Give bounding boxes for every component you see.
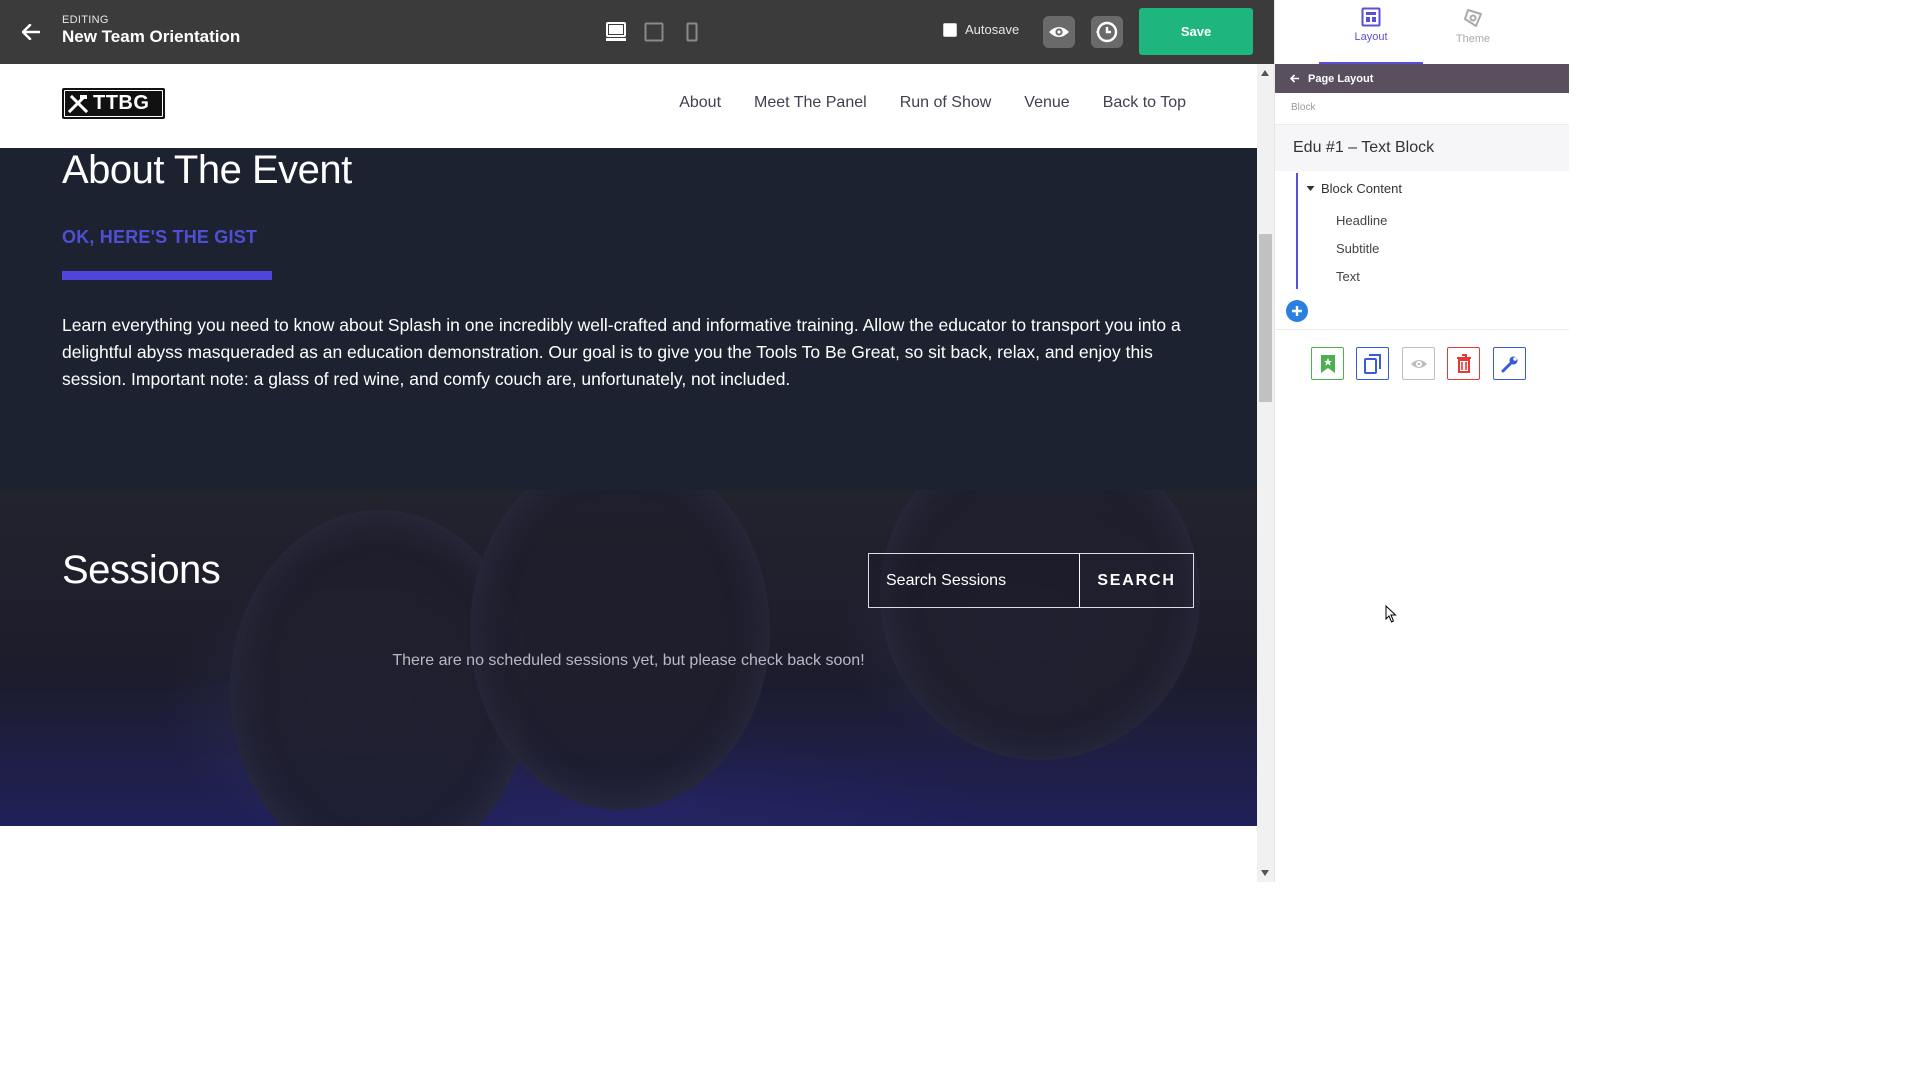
layout-icon — [1361, 7, 1381, 27]
eye-icon — [1049, 27, 1069, 37]
back-arrow-icon — [1290, 74, 1299, 83]
chevron-down-icon — [1306, 186, 1315, 191]
mobile-view-icon[interactable] — [680, 20, 704, 44]
scroll-up-arrow-icon[interactable] — [1261, 70, 1269, 76]
tree-item-subtitle[interactable]: Subtitle — [1336, 241, 1379, 256]
site-logo[interactable]: TTBG — [62, 88, 165, 119]
divider — [1275, 329, 1569, 330]
tab-layout-label: Layout — [1354, 31, 1388, 43]
tools-icon — [67, 94, 89, 113]
background-seat-shape — [880, 490, 1200, 760]
trash-icon — [1456, 353, 1471, 373]
tab-theme-label: Theme — [1455, 33, 1491, 45]
mouse-cursor-icon — [1385, 604, 1397, 628]
editor-side-panel: Layout Theme Page Layout Block Edu #1 – … — [1274, 0, 1569, 882]
tab-theme[interactable]: Theme — [1421, 0, 1525, 64]
block-settings-button[interactable] — [1493, 347, 1526, 380]
nav-run-of-show[interactable]: Run of Show — [900, 94, 992, 112]
page-canvas: TTBG About Meet The Panel Run of Show Ve… — [0, 64, 1257, 882]
tab-layout[interactable]: Layout — [1319, 0, 1423, 64]
nav-meet-the-panel[interactable]: Meet The Panel — [754, 94, 867, 112]
accent-divider — [62, 271, 272, 280]
delete-block-button[interactable] — [1447, 347, 1480, 380]
breadcrumb-page-layout[interactable]: Page Layout — [1275, 64, 1569, 93]
autosave-checkbox[interactable] — [943, 22, 957, 37]
history-icon — [1096, 21, 1118, 43]
save-button[interactable]: Save — [1139, 8, 1253, 55]
device-preview-toggle — [604, 20, 704, 44]
autosave-label: Autosave — [965, 22, 1020, 37]
nav-about[interactable]: About — [679, 94, 721, 112]
about-subtitle: OK, HERE'S THE GIST — [62, 227, 258, 247]
document-title: New Team Orientation — [62, 27, 241, 46]
about-section[interactable]: About The Event OK, HERE'S THE GIST Lear… — [0, 148, 1257, 490]
nav-back-to-top[interactable]: Back to Top — [1103, 94, 1186, 112]
tree-block-content-label: Block Content — [1321, 181, 1402, 196]
tree-block-content[interactable]: Block Content — [1306, 181, 1402, 196]
copy-icon — [1363, 353, 1381, 374]
tablet-view-icon[interactable] — [642, 20, 666, 44]
sessions-search-button[interactable]: SEARCH — [1079, 553, 1194, 608]
editor-toolbar: EDITING New Team Orientation Autosave Sa… — [0, 0, 1274, 64]
canvas-scrollbar[interactable] — [1257, 64, 1274, 882]
preview-button[interactable] — [1043, 16, 1075, 48]
scroll-down-arrow-icon[interactable] — [1261, 870, 1269, 876]
block-title: Edu #1 – Text Block — [1275, 125, 1569, 171]
section-label: Block — [1291, 102, 1316, 113]
scroll-thumb[interactable] — [1259, 234, 1272, 402]
tree-item-headline[interactable]: Headline — [1336, 213, 1387, 228]
history-button[interactable] — [1091, 16, 1123, 48]
no-sessions-message: There are no scheduled sessions yet, but… — [392, 652, 865, 669]
next-section — [0, 826, 1257, 882]
plus-icon — [1292, 306, 1302, 316]
add-block-button[interactable] — [1286, 300, 1308, 322]
bookmark-block-button[interactable] — [1311, 347, 1344, 380]
about-body-text: Learn everything you need to know about … — [62, 315, 1181, 389]
theme-brush-icon — [1464, 9, 1482, 27]
editing-label: EDITING — [62, 14, 109, 26]
sessions-section[interactable]: Sessions Search Sessions SEARCH There ar… — [0, 490, 1257, 826]
autosave-toggle[interactable]: Autosave — [943, 22, 1019, 37]
tree-indent-line — [1296, 173, 1298, 289]
tree-item-text[interactable]: Text — [1336, 269, 1360, 284]
nav-venue[interactable]: Venue — [1024, 94, 1069, 112]
logo-text: TTBG — [93, 92, 150, 114]
desktop-view-icon[interactable] — [604, 20, 628, 44]
site-navbar: TTBG About Meet The Panel Run of Show Ve… — [0, 64, 1257, 148]
site-nav-links: About Meet The Panel Run of Show Venue B… — [679, 94, 1186, 112]
back-arrow-icon[interactable] — [18, 20, 44, 44]
sessions-title: Sessions — [62, 548, 221, 592]
duplicate-block-button[interactable] — [1356, 347, 1389, 380]
about-title: About The Event — [62, 148, 352, 192]
wrench-icon — [1501, 356, 1517, 372]
breadcrumb-label: Page Layout — [1308, 72, 1374, 85]
eye-icon — [1410, 359, 1427, 368]
sessions-search-input[interactable]: Search Sessions — [868, 553, 1080, 608]
hide-block-button[interactable] — [1402, 347, 1435, 380]
bookmark-star-icon — [1320, 354, 1335, 373]
